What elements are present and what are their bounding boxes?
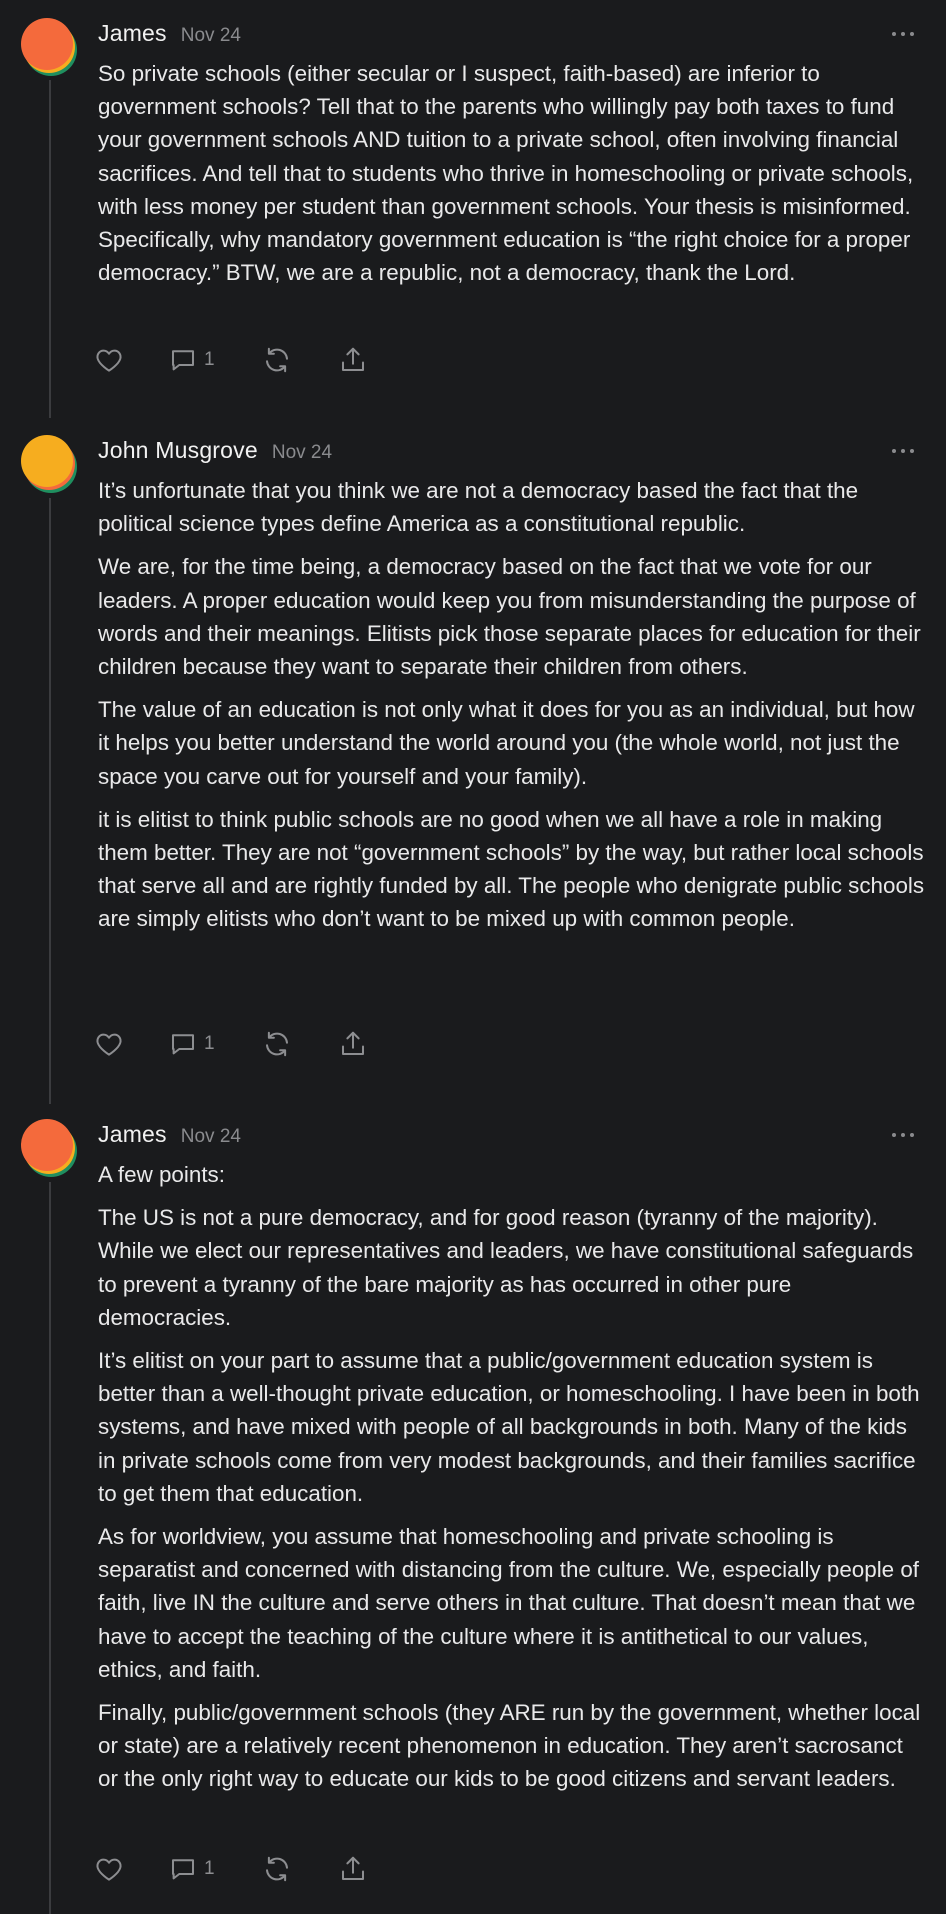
like-button[interactable] xyxy=(94,345,168,375)
thread-line xyxy=(49,80,51,418)
comment-date[interactable]: Nov 24 xyxy=(181,25,241,47)
like-button[interactable] xyxy=(94,1854,168,1884)
thread-line xyxy=(49,498,51,1104)
author-name[interactable]: John Musgrove xyxy=(98,437,258,464)
share-icon xyxy=(338,345,368,375)
share-button[interactable] xyxy=(338,1029,378,1059)
thread-line xyxy=(49,1182,51,1914)
heart-icon xyxy=(94,345,124,375)
comment-paragraph: The US is not a pure democracy, and for … xyxy=(98,1205,914,1330)
comment-paragraph: So private schools (either secular or I … xyxy=(98,61,914,286)
comment-header: James Nov 24 xyxy=(98,20,241,50)
comment-paragraph: It’s unfortunate that you think we are n… xyxy=(98,478,859,537)
restack-icon xyxy=(262,1029,292,1059)
avatar[interactable] xyxy=(21,1119,77,1177)
heart-icon xyxy=(94,1854,124,1884)
heart-icon xyxy=(94,1029,124,1059)
comment-date[interactable]: Nov 24 xyxy=(181,1126,241,1148)
comment-paragraph: Finally, public/government schools (they… xyxy=(98,1700,921,1792)
reply-count: 1 xyxy=(204,1858,215,1879)
comment-actions: 1 xyxy=(94,1852,378,1886)
more-icon[interactable] xyxy=(892,1132,914,1138)
comment-icon xyxy=(168,345,198,375)
reply-count: 1 xyxy=(204,349,215,370)
author-name[interactable]: James xyxy=(98,1121,167,1148)
comment-body: So private schools (either secular or I … xyxy=(98,57,926,299)
comment-body: It’s unfortunate that you think we are n… xyxy=(98,474,926,946)
comment-paragraph: It’s elitist on your part to assume that… xyxy=(98,1348,920,1506)
comment-body: A few points: The US is not a pure democ… xyxy=(98,1158,926,1806)
comment-paragraph: We are, for the time being, a democracy … xyxy=(98,554,921,680)
share-icon xyxy=(338,1029,368,1059)
share-button[interactable] xyxy=(338,1854,378,1884)
like-button[interactable] xyxy=(94,1029,168,1059)
reply-button[interactable]: 1 xyxy=(168,1854,262,1884)
restack-button[interactable] xyxy=(262,1029,338,1059)
comment-icon xyxy=(168,1029,198,1059)
comment-paragraph: it is elitist to think public schools ar… xyxy=(98,806,925,932)
restack-icon xyxy=(262,345,292,375)
reply-button[interactable]: 1 xyxy=(168,345,262,375)
comment-paragraph: The value of an education is not only wh… xyxy=(98,697,915,789)
comment-paragraph: As for worldview, you assume that homesc… xyxy=(98,1524,920,1682)
avatar[interactable] xyxy=(21,18,77,76)
avatar[interactable] xyxy=(21,435,77,493)
more-icon[interactable] xyxy=(892,448,914,454)
reply-count: 1 xyxy=(204,1033,215,1054)
comment-header: John Musgrove Nov 24 xyxy=(98,437,332,467)
author-name[interactable]: James xyxy=(98,20,167,47)
comment-date[interactable]: Nov 24 xyxy=(272,442,332,464)
reply-button[interactable]: 1 xyxy=(168,1029,262,1059)
comment-actions: 1 xyxy=(94,343,378,377)
restack-button[interactable] xyxy=(262,345,338,375)
comment-paragraph: A few points: xyxy=(98,1162,225,1187)
restack-button[interactable] xyxy=(262,1854,338,1884)
share-icon xyxy=(338,1854,368,1884)
comment-actions: 1 xyxy=(94,1027,378,1061)
comment-icon xyxy=(168,1854,198,1884)
comment-header: James Nov 24 xyxy=(98,1121,241,1151)
more-icon[interactable] xyxy=(892,31,914,37)
share-button[interactable] xyxy=(338,345,378,375)
restack-icon xyxy=(262,1854,292,1884)
